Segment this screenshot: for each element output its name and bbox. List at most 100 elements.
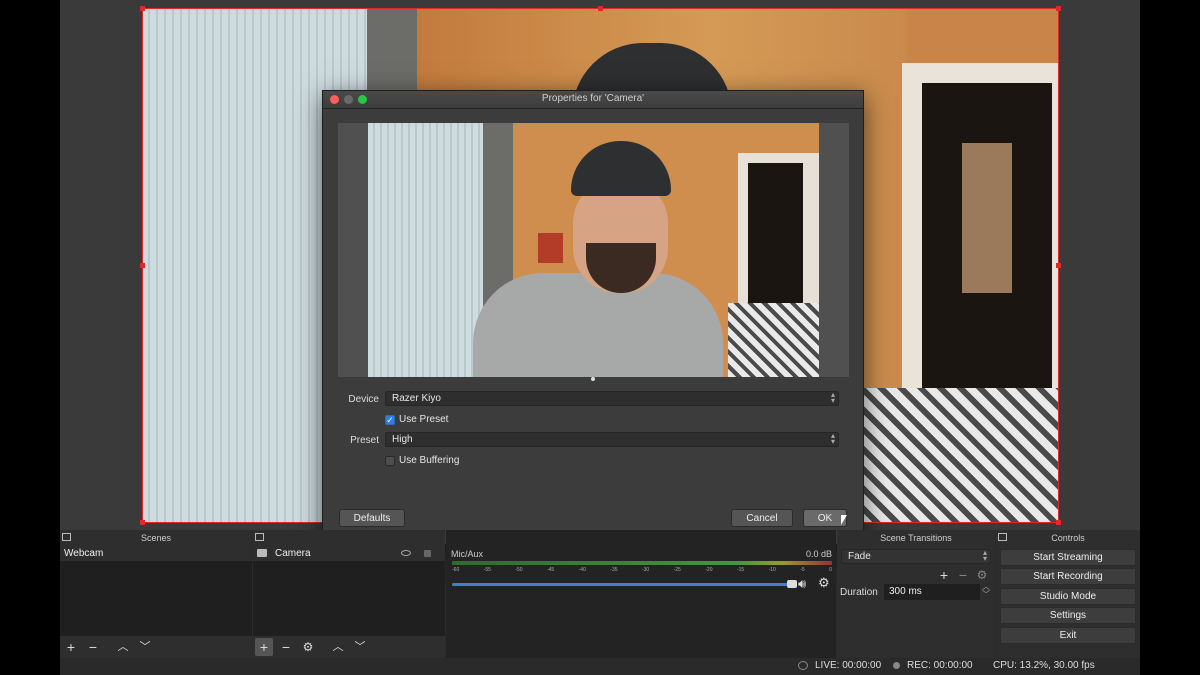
sources-toolbar: + − ⚙ ︿ ﹀ [253, 636, 445, 658]
gear-icon[interactable]: ⚙ [818, 575, 830, 591]
gear-icon[interactable]: ⚙ [299, 638, 317, 656]
preset-label: Preset [350, 435, 379, 446]
down-arrow-icon[interactable]: ﹀ [351, 638, 369, 656]
cancel-button[interactable]: Cancel [731, 509, 793, 527]
use-preset-checkbox[interactable]: ✓ [385, 415, 395, 425]
meter-tick: -15 [736, 567, 745, 573]
select-arrows-icon: ▴ ▾ [830, 431, 835, 446]
meter-tick: -25 [673, 567, 681, 573]
scene-item[interactable]: Webcam [60, 546, 252, 561]
plus-icon[interactable]: + [255, 638, 273, 656]
live-indicator-icon [798, 661, 808, 670]
preset-select[interactable]: High ▴ ▾ [385, 432, 839, 447]
exit-button[interactable]: Exit [1000, 627, 1136, 644]
device-select[interactable]: Razer Kiyo ▴ ▾ [385, 391, 839, 406]
meter-tick: -30 [641, 567, 650, 573]
resize-handle[interactable] [598, 6, 603, 11]
duration-stepper-icon[interactable]: ︿ ﹀ [982, 583, 990, 599]
meter-tick: -5 [800, 567, 805, 573]
speaker-icon[interactable]: 🔊︎ [798, 576, 806, 592]
rec-status: REC: 00:00:00 [907, 660, 973, 671]
preset-value: High [392, 434, 413, 445]
dock-float-icon[interactable] [255, 533, 264, 541]
use-buffering-checkbox[interactable] [385, 456, 395, 466]
mouse-cursor-icon [841, 515, 847, 525]
resize-handle[interactable] [140, 6, 145, 11]
transition-value: Fade [848, 551, 871, 562]
duration-label: Duration [840, 587, 878, 598]
meter-tick: -35 [610, 567, 618, 573]
volume-slider[interactable] [452, 580, 797, 588]
mixer-channel-name: Mic/Aux [451, 549, 484, 559]
source-item-label: Camera [275, 548, 311, 559]
scenes-title: Scenes [140, 533, 172, 543]
resize-handle[interactable] [140, 263, 145, 268]
defaults-button[interactable]: Defaults [339, 509, 405, 527]
dialog-titlebar[interactable]: Properties for 'Camera' [323, 91, 863, 109]
minus-icon[interactable]: − [954, 566, 972, 584]
preview-scroll-indicator [591, 377, 595, 381]
scenes-toolbar: + − ︿ ﹀ [60, 636, 252, 658]
scene-transitions-title: Scene Transitions [880, 533, 952, 543]
audio-mixer-dock: Mic/Aux 0.0 dB -60 -55 -50 -45 -40 -35 -… [446, 530, 836, 658]
duration-input[interactable]: 300 ms [884, 584, 980, 600]
meter-tick: -50 [515, 567, 523, 573]
use-buffering-label: Use Buffering [399, 455, 460, 466]
device-value: Razer Kiyo [392, 393, 441, 404]
transition-select[interactable]: Fade ▴ ▾ [841, 549, 991, 564]
dialog-title: Properties for 'Camera' [541, 93, 645, 104]
resize-handle[interactable] [1056, 520, 1061, 525]
start-recording-button[interactable]: Start Recording [1000, 568, 1136, 585]
meter-scale: -60 -55 -50 -45 -40 -35 -30 -25 -20 -15 … [452, 567, 832, 575]
use-preset-label: Use Preset [399, 414, 449, 425]
device-label: Device [348, 394, 379, 405]
start-streaming-button[interactable]: Start Streaming [1000, 549, 1136, 566]
meter-tick: -10 [768, 567, 776, 573]
rec-indicator-icon [893, 662, 900, 669]
up-arrow-icon[interactable]: ︿ [114, 638, 132, 656]
sources-list[interactable]: Camera [253, 546, 445, 636]
left-letterbox [0, 0, 60, 675]
scenes-dock: Scenes Webcam + − ︿ ﹀ [60, 530, 252, 658]
audio-meter [452, 561, 832, 565]
live-status: LIVE: 00:00:00 [815, 660, 882, 671]
meter-tick: -40 [578, 567, 586, 573]
mixer-level: 0.0 dB [805, 549, 832, 559]
controls-dock: Controls Start Streaming Start Recording… [996, 530, 1140, 658]
controls-title: Controls [1051, 533, 1085, 543]
scenes-list[interactable]: Webcam [60, 546, 252, 636]
minus-icon[interactable]: − [84, 638, 102, 656]
resize-handle[interactable] [1056, 6, 1061, 11]
sources-dock: Camera + − ⚙ ︿ ﹀ [253, 530, 445, 658]
meter-tick: -55 [483, 567, 491, 573]
meter-tick: -60 [452, 567, 460, 573]
up-arrow-icon[interactable]: ︿ [329, 638, 347, 656]
plus-icon[interactable]: + [62, 638, 80, 656]
cpu-status: CPU: 13.2%, 30.00 fps [993, 660, 1095, 671]
eye-icon[interactable] [401, 550, 411, 556]
right-letterbox [1140, 0, 1200, 675]
duration-value: 300 ms [889, 586, 922, 597]
source-item[interactable]: Camera [253, 546, 445, 561]
down-arrow-icon[interactable]: ﹀ [136, 638, 154, 656]
select-arrows-icon: ▴ ▾ [830, 390, 835, 405]
status-bar: LIVE: 00:00:00 REC: 00:00:00 CPU: 13.2%,… [60, 658, 1140, 675]
studio-mode-button[interactable]: Studio Mode [1000, 588, 1136, 605]
obs-window: Properties for 'Camera' Device Razer Kiy… [60, 0, 1140, 675]
select-arrows-icon: ▴ ▾ [982, 548, 987, 563]
minus-icon[interactable]: − [277, 638, 295, 656]
properties-dialog: Properties for 'Camera' Device Razer Kiy… [322, 90, 864, 545]
properties-preview [338, 123, 849, 381]
scene-transitions-dock: Scene Transitions Fade ▴ ▾ + − ⚙ Duration… [837, 530, 995, 658]
plus-icon[interactable]: + [935, 566, 953, 584]
meter-tick: -45 [546, 567, 555, 573]
volume-slider-handle[interactable] [787, 580, 797, 588]
resize-handle[interactable] [140, 520, 145, 525]
resize-handle[interactable] [1056, 263, 1061, 268]
settings-button[interactable]: Settings [1000, 607, 1136, 624]
meter-tick: 0 [829, 567, 832, 573]
person-cap [571, 141, 671, 196]
lock-icon[interactable] [424, 550, 431, 557]
meter-tick: -20 [705, 567, 713, 573]
properties-camera-feed [368, 123, 819, 377]
